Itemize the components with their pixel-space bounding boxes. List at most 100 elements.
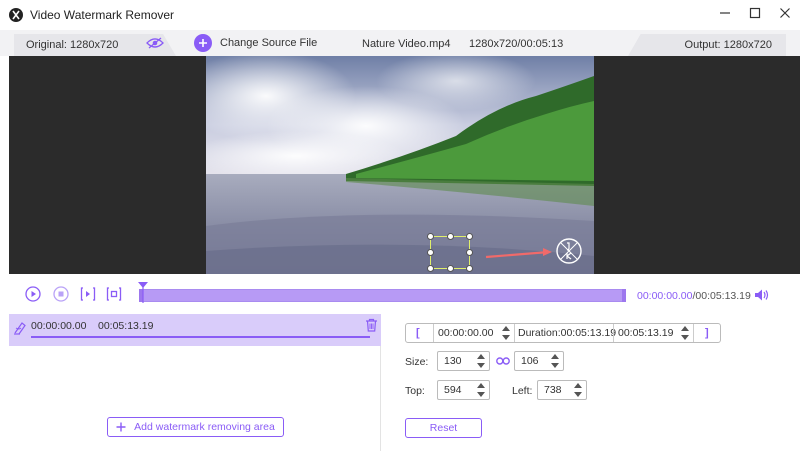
top-field[interactable]: 594 xyxy=(437,380,490,400)
file-info: 1280x720/00:05:13 xyxy=(469,38,564,50)
app-logo-icon xyxy=(9,8,23,22)
segment-list-panel: 00:00:00.00 00:05:13.19 Add watermark re… xyxy=(9,314,381,451)
duration-value: Duration:00:05:13.19 xyxy=(518,327,617,339)
left-field[interactable]: 738 xyxy=(537,380,587,400)
minimize-icon xyxy=(720,12,730,14)
spin-up-icon xyxy=(502,326,510,331)
segment-start-time: 00:00:00.00 xyxy=(31,320,87,332)
divider xyxy=(514,324,515,342)
range-end-value: 00:05:13.19 xyxy=(618,327,674,339)
original-resolution-label: Original: 1280x720 xyxy=(26,39,119,51)
eye-icon[interactable] xyxy=(146,37,164,49)
duration-field: Duration:00:05:13.19 xyxy=(518,325,618,341)
stop-icon[interactable] xyxy=(53,286,69,302)
spin-up-icon xyxy=(477,354,485,359)
range-end-handle[interactable] xyxy=(622,289,626,302)
spin-down-icon xyxy=(477,363,485,368)
resize-handle-bl[interactable] xyxy=(427,265,434,272)
spin-up-icon xyxy=(681,326,689,331)
minimize-button[interactable] xyxy=(718,6,732,20)
range-start-value: 00:00:00.00 xyxy=(438,327,494,339)
reset-button[interactable]: Reset xyxy=(405,418,482,438)
current-time: 00:00:00.00 xyxy=(637,290,693,302)
width-value: 130 xyxy=(444,355,462,367)
resize-handle-tl[interactable] xyxy=(427,233,434,240)
area-settings-panel: [ 00:00:00.00 Duration:00:05:13.19 00:05… xyxy=(382,314,800,451)
left-label: Left: xyxy=(512,385,533,397)
resize-handle-tr[interactable] xyxy=(466,233,473,240)
video-image xyxy=(206,56,594,274)
window-title: Video Watermark Remover xyxy=(30,8,175,22)
info-bar: Original: 1280x720 Change Source File Na… xyxy=(0,30,800,56)
spin-up-icon xyxy=(574,383,582,388)
play-icon[interactable] xyxy=(25,286,41,302)
range-end-field[interactable]: 00:05:13.19 xyxy=(618,325,688,341)
resize-handle-ml[interactable] xyxy=(427,249,434,256)
height-field[interactable]: 106 xyxy=(514,351,564,371)
timeline-track[interactable] xyxy=(139,289,626,302)
size-label: Size: xyxy=(405,356,429,368)
height-stepper[interactable] xyxy=(551,354,559,368)
top-value: 594 xyxy=(444,384,462,396)
divider xyxy=(433,324,434,342)
spin-up-icon xyxy=(551,354,559,359)
plus-circle-icon xyxy=(194,34,212,52)
playhead-icon[interactable] xyxy=(138,282,148,304)
output-resolution-label: Output: 1280x720 xyxy=(684,39,772,51)
spin-down-icon xyxy=(551,363,559,368)
output-resolution-tab: Output: 1280x720 xyxy=(628,34,786,56)
watermark-logo-icon xyxy=(556,238,582,264)
resize-handle-mr[interactable] xyxy=(466,249,473,256)
trash-icon[interactable] xyxy=(365,318,378,332)
close-icon xyxy=(780,8,790,18)
add-area-label: Add watermark removing area xyxy=(134,421,275,433)
watermark-selection-box[interactable] xyxy=(427,233,473,272)
segment-row[interactable]: 00:00:00.00 00:05:13.19 xyxy=(9,314,381,346)
resize-handle-tm[interactable] xyxy=(447,233,454,240)
title-bar: Video Watermark Remover xyxy=(0,0,800,30)
maximize-button[interactable] xyxy=(748,6,762,20)
change-source-button[interactable]: Change Source File xyxy=(194,34,317,52)
divider xyxy=(693,324,694,342)
file-name: Nature Video.mp4 xyxy=(362,38,451,50)
spin-up-icon xyxy=(477,383,485,388)
set-end-button[interactable]: ] xyxy=(705,327,709,339)
resize-handle-br[interactable] xyxy=(466,265,473,272)
video-frame xyxy=(206,56,594,274)
width-field[interactable]: 130 xyxy=(437,351,490,371)
top-stepper[interactable] xyxy=(477,383,485,397)
spin-down-icon xyxy=(681,335,689,340)
spin-down-icon xyxy=(502,335,510,340)
add-watermark-area-button[interactable]: Add watermark removing area xyxy=(107,417,284,437)
spin-down-icon xyxy=(477,392,485,397)
segment-end-time: 00:05:13.19 xyxy=(98,320,154,332)
left-value: 738 xyxy=(544,384,562,396)
top-label: Top: xyxy=(405,385,425,397)
segment-progress-bar xyxy=(31,336,370,338)
divider xyxy=(613,324,614,342)
range-start-stepper[interactable] xyxy=(502,326,510,340)
link-aspect-ratio-icon[interactable] xyxy=(496,356,510,366)
time-range-row: [ 00:00:00.00 Duration:00:05:13.19 00:05… xyxy=(405,323,721,343)
set-start-button[interactable]: [ xyxy=(416,327,420,339)
maximize-icon xyxy=(749,7,761,19)
timeline-bar: 00:00:00.00/00:05:13.19 xyxy=(0,274,800,314)
spin-down-icon xyxy=(574,392,582,397)
width-stepper[interactable] xyxy=(477,354,485,368)
height-value: 106 xyxy=(521,355,539,367)
video-preview xyxy=(9,56,800,274)
snapshot-frame-icon[interactable] xyxy=(106,286,122,302)
next-frame-icon[interactable] xyxy=(80,286,96,302)
eraser-icon xyxy=(14,322,26,335)
plus-icon xyxy=(116,422,126,432)
change-source-label: Change Source File xyxy=(220,37,318,49)
resize-handle-bm[interactable] xyxy=(447,265,454,272)
time-readout: 00:00:00.00/00:05:13.19 xyxy=(637,290,751,302)
close-button[interactable] xyxy=(778,6,792,20)
left-stepper[interactable] xyxy=(574,383,582,397)
timeline-range xyxy=(140,290,625,301)
window-controls xyxy=(718,6,792,20)
total-time: /00:05:13.19 xyxy=(692,290,751,302)
range-end-stepper[interactable] xyxy=(681,326,689,340)
volume-icon[interactable] xyxy=(754,288,770,302)
